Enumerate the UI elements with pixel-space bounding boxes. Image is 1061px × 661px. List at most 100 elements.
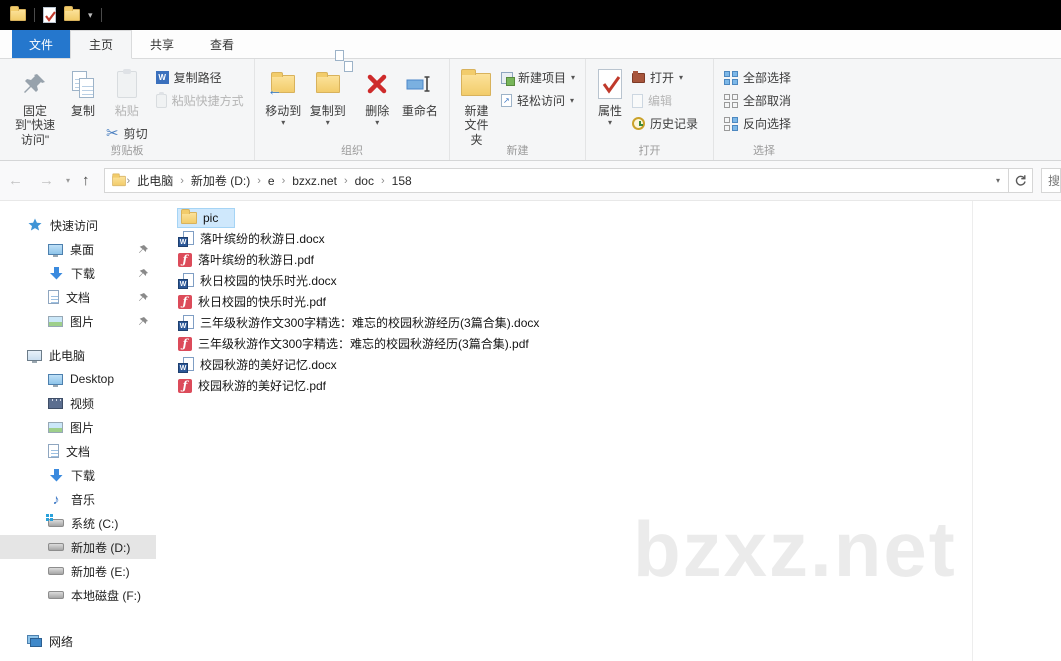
search-placeholder: 搜 [1048, 172, 1060, 189]
ribbon-group-open: 属性 ▾ 打开 ▾ 编辑 历史记录 打开 [586, 59, 714, 160]
file-row[interactable]: 秋日校园的快乐时光.pdf [165, 291, 1061, 312]
file-name: 三年级秋游作文300字精选：难忘的校园秋游经历(3篇合集).pdf [198, 335, 529, 352]
sidebar-item-drive-c[interactable]: 系统 (C:) [0, 511, 156, 535]
tab-view[interactable]: 查看 [192, 30, 252, 58]
address-dropdown-caret-icon[interactable]: ▾ [988, 176, 1008, 185]
quick-access-star-icon [27, 218, 43, 232]
quick-access-toolbar-caret-icon[interactable]: ▾ [88, 10, 93, 21]
file-list: pic 落叶缤纷的秋游日.docx 落叶缤纷的秋游日.pdf 秋日校园的快乐时光… [165, 201, 1061, 661]
move-to-label: 移动到 [265, 104, 301, 118]
address-bar[interactable]: › 此电脑 › 新加卷 (D:) › e › bzxz.net › doc › … [104, 168, 1010, 193]
file-name: pic [203, 211, 218, 225]
sidebar-item-downloads[interactable]: 下载 [0, 463, 156, 487]
breadcrumb-this-pc[interactable]: 此电脑 [130, 172, 180, 189]
recent-locations-caret-icon[interactable]: ▾ [62, 176, 74, 185]
tab-share[interactable]: 共享 [132, 30, 192, 58]
easy-access-button[interactable]: 轻松访问 ▾ [497, 89, 579, 112]
paste-shortcut-button: 粘贴快捷方式 [152, 89, 248, 112]
open-button[interactable]: 打开 ▾ [628, 66, 702, 89]
history-button[interactable]: 历史记录 [628, 112, 702, 135]
paste-shortcut-label: 粘贴快捷方式 [172, 92, 244, 109]
breadcrumb-158[interactable]: 158 [385, 174, 419, 188]
tab-file[interactable]: 文件 [12, 30, 70, 58]
sidebar-item-desktop[interactable]: Desktop [0, 367, 156, 391]
sidebar-item-pictures-qa[interactable]: 图片 [0, 309, 156, 333]
tab-home[interactable]: 主页 [70, 30, 132, 59]
pdf-icon [178, 253, 192, 267]
open-label: 打开 [650, 69, 674, 86]
sidebar-item-quick-access[interactable]: 快速访问 [0, 213, 156, 237]
word-icon [178, 315, 194, 331]
sidebar-item-drive-e[interactable]: 新加卷 (E:) [0, 559, 156, 583]
invert-selection-button[interactable]: 反向选择 [720, 112, 795, 135]
select-none-button[interactable]: 全部取消 [720, 89, 795, 112]
sidebar-item-music[interactable]: ♪ 音乐 [0, 487, 156, 511]
sidebar-item-desktop-qa[interactable]: 桌面 [0, 237, 156, 261]
back-button[interactable]: ← [0, 172, 31, 189]
breadcrumb-doc[interactable]: doc [348, 174, 381, 188]
sidebar-item-drive-d[interactable]: 新加卷 (D:) [0, 535, 156, 559]
file-row[interactable]: 校园秋游的美好记忆.pdf [165, 375, 1061, 396]
new-folder-shortcut-icon[interactable] [64, 9, 80, 21]
search-input[interactable]: 搜 [1041, 168, 1061, 193]
new-folder-icon [461, 66, 491, 102]
file-row[interactable]: 三年级秋游作文300字精选：难忘的校园秋游经历(3篇合集).docx [165, 312, 1061, 333]
copy-to-button[interactable]: 复制到 ▾ [305, 62, 349, 132]
sidebar-item-label: 图片 [70, 313, 94, 330]
file-row[interactable]: 落叶缤纷的秋游日.docx [165, 228, 1061, 249]
sidebar-item-pictures[interactable]: 图片 [0, 415, 156, 439]
new-item-button[interactable]: 新建项目 ▾ [497, 66, 579, 89]
watermark: bzxz.net [633, 504, 957, 595]
breadcrumb-drive-d[interactable]: 新加卷 (D:) [184, 172, 257, 189]
copy-button[interactable]: 复制 [64, 62, 102, 122]
sidebar-item-documents-qa[interactable]: 文档 [0, 285, 156, 309]
file-row[interactable]: 落叶缤纷的秋游日.pdf [165, 249, 1061, 270]
chevron-down-icon: ▾ [326, 118, 330, 128]
sidebar-item-documents[interactable]: 文档 [0, 439, 156, 463]
properties-shortcut-icon[interactable] [43, 7, 56, 23]
chevron-down-icon: ▾ [375, 118, 379, 128]
sidebar-item-label: 文档 [66, 289, 90, 306]
open-group-label: 打开 [586, 142, 713, 158]
sidebar-item-downloads-qa[interactable]: 下载 [0, 261, 156, 285]
up-button[interactable]: ↑ [74, 172, 98, 189]
copy-path-button[interactable]: W 复制路径 [152, 66, 248, 89]
move-to-button[interactable]: ← 移动到 ▾ [261, 62, 305, 132]
select-none-icon [724, 94, 738, 108]
sidebar-item-label: 文档 [66, 443, 90, 460]
pin-icon [138, 268, 148, 282]
file-row[interactable]: 秋日校园的快乐时光.docx [165, 270, 1061, 291]
pin-to-quick-access-button[interactable]: 固定到"快速访问" [6, 62, 64, 151]
refresh-icon [1014, 174, 1027, 187]
music-icon: ♪ [48, 491, 64, 507]
breadcrumb-e[interactable]: e [261, 174, 282, 188]
forward-button[interactable]: → [31, 172, 62, 189]
sidebar-item-videos[interactable]: 视频 [0, 391, 156, 415]
file-row[interactable]: 三年级秋游作文300字精选：难忘的校园秋游经历(3篇合集).pdf [165, 333, 1061, 354]
word-icon [178, 231, 194, 247]
delete-button[interactable]: 删除 ▾ [358, 62, 397, 132]
new-folder-button[interactable]: 新建 文件夹 [456, 62, 497, 151]
breadcrumb-bzxz-net[interactable]: bzxz.net [285, 174, 344, 188]
rename-button[interactable]: 重命名 [397, 62, 443, 122]
app-folder-icon [10, 9, 26, 21]
sidebar-item-this-pc[interactable]: 此电脑 [0, 343, 156, 367]
properties-button[interactable]: 属性 ▾ [592, 62, 628, 132]
easy-access-label: 轻松访问 [517, 92, 565, 109]
rename-icon [406, 66, 434, 102]
chevron-down-icon: ▾ [281, 118, 285, 128]
select-all-label: 全部选择 [743, 69, 791, 86]
picture-icon [48, 316, 63, 327]
sidebar-item-drive-f[interactable]: 本地磁盘 (F:) [0, 583, 156, 607]
ribbon-group-new: 新建 文件夹 新建项目 ▾ 轻松访问 ▾ 新建 [450, 59, 586, 160]
file-name: 校园秋游的美好记忆.pdf [198, 377, 326, 394]
select-all-button[interactable]: 全部选择 [720, 66, 795, 89]
document-icon [48, 444, 59, 458]
new-item-label: 新建项目 [518, 69, 566, 86]
refresh-button[interactable] [1009, 168, 1033, 193]
file-row-selected[interactable]: pic [165, 207, 1061, 228]
file-row[interactable]: 校园秋游的美好记忆.docx [165, 354, 1061, 375]
sidebar-item-network[interactable]: 网络 [0, 629, 156, 653]
network-icon [27, 635, 42, 647]
file-name: 落叶缤纷的秋游日.pdf [198, 251, 314, 268]
